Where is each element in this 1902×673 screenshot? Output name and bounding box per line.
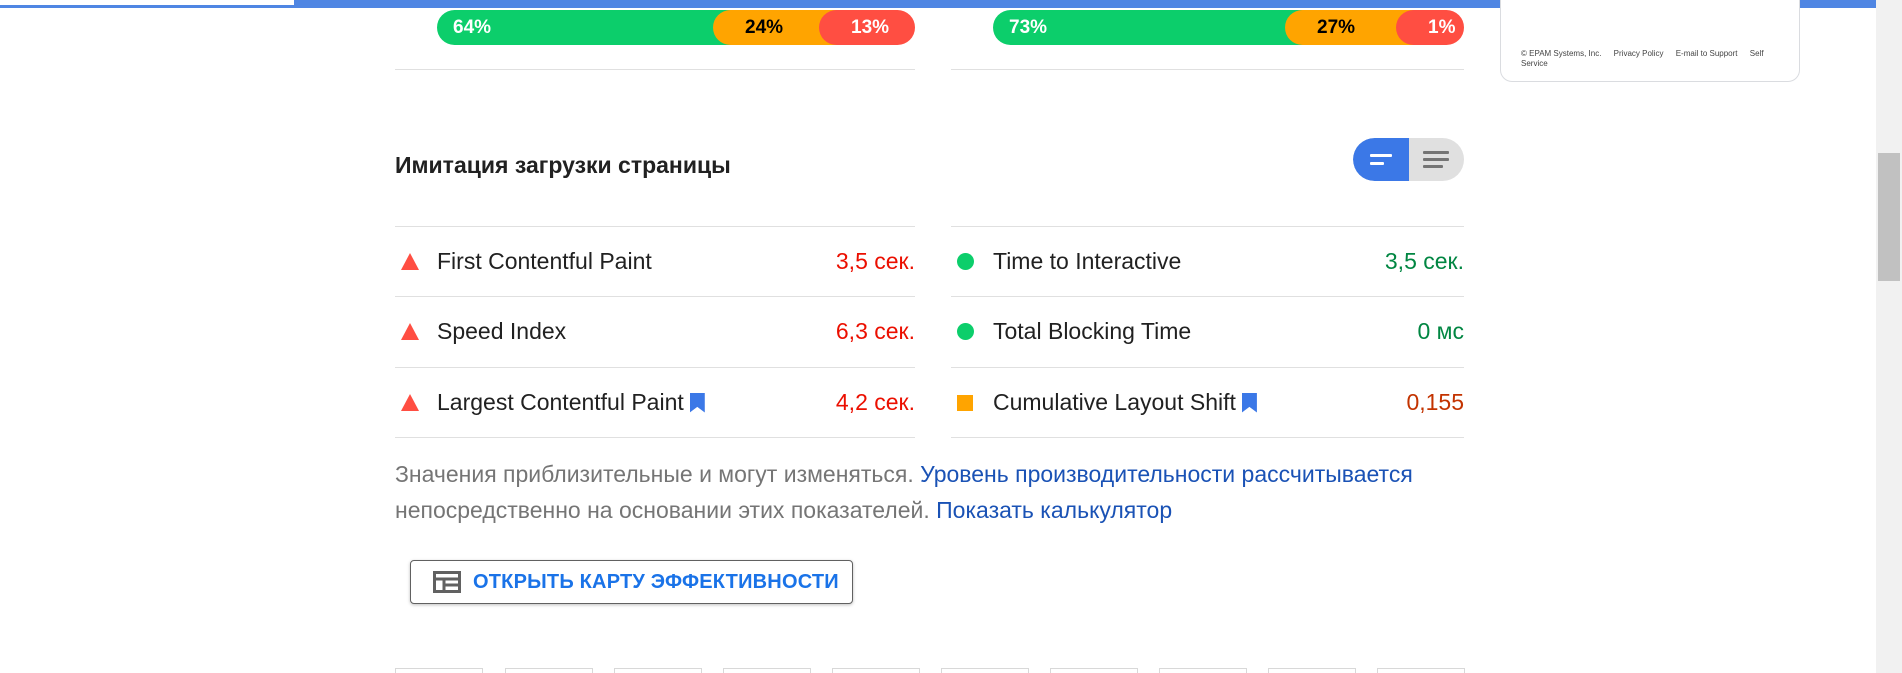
divider [951,69,1464,70]
metric-cumulative-layout-shift[interactable]: Cumulative Layout Shift 0,155 [951,367,1464,437]
metrics-note: Значения приблизительные и могут изменят… [395,456,1495,528]
triangle-icon [401,323,419,340]
copyright-text: © EPAM Systems, Inc. [1521,49,1602,58]
metric-value: 6,3 сек. [835,318,915,344]
email-support-link[interactable]: E-mail to Support [1676,49,1738,58]
metric-total-blocking-time[interactable]: Total Blocking Time 0 мс [951,296,1464,366]
metric-largest-contentful-paint[interactable]: Largest Contentful Paint 4,2 сек. [395,367,915,437]
filmstrip-thumbnail [1159,668,1247,673]
bookmark-icon [1241,392,1257,413]
distribution-good: 73% [993,10,1303,45]
filmstrip-thumbnail [1377,668,1465,673]
circle-icon [957,323,974,340]
calculator-link[interactable]: Показать калькулятор [936,497,1172,523]
open-treemap-button[interactable]: ОТКРЫТЬ КАРТУ ЭФФЕКТИВНОСТИ [410,560,853,604]
metric-label: Time to Interactive [993,248,1182,274]
metric-first-contentful-paint[interactable]: First Contentful Paint 3,5 сек. [395,226,915,296]
view-toggle[interactable] [1353,138,1464,181]
metric-value: 0 мс [1417,318,1465,344]
filmstrip-thumbnail [723,668,811,673]
compact-view-icon [1369,154,1392,165]
distribution-poor: 1% [1396,10,1464,45]
divider [395,437,915,438]
filmstrip-thumbnail [395,668,483,673]
filmstrip-thumbnail [941,668,1029,673]
metric-value: 0,155 [1406,389,1464,415]
distribution-bar-left: 64% 24% 13% [437,10,915,45]
metric-time-to-interactive[interactable]: Time to Interactive 3,5 сек. [951,226,1464,296]
compact-view-button[interactable] [1353,138,1409,181]
metric-speed-index[interactable]: Speed Index 6,3 сек. [395,296,915,366]
privacy-link[interactable]: Privacy Policy [1614,49,1664,58]
square-icon [957,394,973,411]
distribution-bar-right: 73% 27% 1% [993,10,1464,45]
metric-label: First Contentful Paint [437,248,652,274]
metric-value: 3,5 сек. [835,248,915,274]
distribution-good: 64% [437,10,731,45]
filmstrip-thumbnail [832,668,920,673]
metric-label: Total Blocking Time [993,318,1192,344]
bookmark-icon [689,392,705,413]
filmstrip-thumbnail [1268,668,1356,673]
divider [395,69,915,70]
performance-score-link[interactable]: Уровень производительности рассчитываетс… [920,461,1413,487]
metric-label: Speed Index [437,318,567,344]
metric-value: 3,5 сек. [1384,248,1464,274]
note-text: Значения приблизительные и могут изменят… [395,461,914,487]
distribution-poor: 13% [819,10,915,45]
filmstrip-thumbnail [505,668,593,673]
lighthouse-report-page: 64% 24% 13% 73% 27% 1% © EPAM Systems, I… [0,0,1902,673]
triangle-icon [401,253,419,270]
distribution-average: 27% [1285,10,1414,45]
circle-icon [957,253,974,270]
metric-label: Cumulative Layout Shift [993,389,1236,415]
metric-value: 4,2 сек. [835,389,915,415]
divider [951,437,1464,438]
metric-label: Largest Contentful Paint [437,389,684,415]
section-title: Имитация загрузки страницы [395,152,731,178]
scrollbar-thumb[interactable] [1878,153,1900,281]
filmstrip-thumbnail [614,668,702,673]
note-text: непосредственно на основании этих показа… [395,497,930,523]
side-footer: © EPAM Systems, Inc. Privacy Policy E-ma… [1521,49,1791,69]
expanded-view-button[interactable] [1409,138,1465,181]
filmstrip-thumbnail [1050,668,1138,673]
scrollbar-track[interactable] [1876,0,1902,673]
side-card: © EPAM Systems, Inc. Privacy Policy E-ma… [1500,0,1800,82]
progress-gap [0,0,294,5]
expanded-view-icon [1423,151,1450,168]
open-treemap-label: ОТКРЫТЬ КАРТУ ЭФФЕКТИВНОСТИ [473,570,839,593]
treemap-icon [433,571,461,593]
triangle-icon [401,394,419,411]
